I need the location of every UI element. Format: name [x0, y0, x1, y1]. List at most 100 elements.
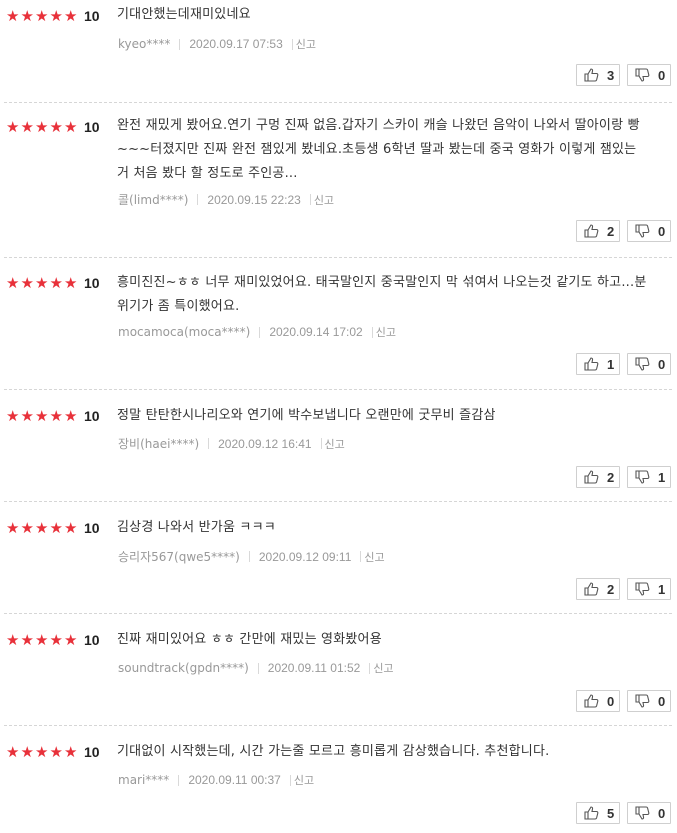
divider — [259, 326, 261, 338]
divider — [371, 326, 373, 338]
rating-stars: ★ ★ ★ ★ ★ — [6, 518, 79, 538]
star-icon: ★ — [35, 630, 49, 649]
star-icon: ★ — [20, 630, 34, 649]
report-link[interactable]: 신고 — [376, 324, 396, 340]
star-icon: ★ — [20, 6, 34, 25]
star-icon: ★ — [49, 406, 63, 425]
dislike-button[interactable]: 1 — [627, 466, 671, 488]
thumbs-down-icon — [635, 470, 650, 484]
rating-stars: ★ ★ ★ ★ ★ — [6, 742, 79, 762]
reviewer-name: 콜(limd****) — [118, 193, 189, 207]
review-meta: 승리자567(qwe5****) 2020.09.12 09:11 신고 — [118, 548, 385, 565]
thumbs-down-icon — [635, 68, 650, 82]
like-button[interactable]: 0 — [576, 690, 620, 712]
star-icon: ★ — [64, 117, 78, 136]
review-text: 김상경 나와서 반가움 ㅋㅋㅋ — [117, 520, 276, 535]
star-icon: ★ — [35, 518, 49, 537]
star-icon: ★ — [64, 630, 78, 649]
review-divider — [4, 389, 672, 390]
like-button[interactable]: 2 — [576, 220, 620, 242]
thumbs-up-icon — [584, 806, 599, 820]
divider — [309, 194, 311, 205]
report-link[interactable]: 신고 — [296, 36, 316, 52]
like-count: 5 — [607, 805, 615, 821]
like-button[interactable]: 5 — [576, 802, 620, 824]
dislike-button[interactable]: 0 — [627, 802, 671, 824]
review-text: 진짜 재미있어요 ㅎㅎ 간만에 재밌는 영화봤어용 — [117, 632, 382, 647]
star-icon: ★ — [49, 117, 63, 136]
star-icon: ★ — [49, 742, 63, 761]
review-divider — [4, 501, 672, 502]
reviewer-name: mari**** — [118, 773, 170, 787]
review-date: 2020.09.11 00:37 — [188, 773, 281, 787]
thumbs-down-icon — [635, 357, 650, 371]
divider — [197, 194, 199, 205]
star-icon: ★ — [6, 630, 20, 649]
divider — [360, 551, 362, 562]
divider — [291, 38, 293, 50]
like-count: 1 — [607, 356, 615, 372]
review-meta: kyeo**** 2020.09.17 07:53 신고 — [118, 36, 316, 52]
review-divider — [4, 613, 672, 614]
dislike-button[interactable]: 0 — [627, 220, 671, 242]
report-link[interactable]: 신고 — [364, 549, 384, 565]
review-date: 2020.09.17 07:53 — [189, 37, 283, 51]
divider — [257, 662, 259, 674]
like-button[interactable]: 2 — [576, 578, 620, 600]
divider — [320, 438, 322, 449]
star-icon: ★ — [6, 742, 20, 761]
divider — [179, 38, 181, 50]
star-icon: ★ — [64, 406, 78, 425]
report-link[interactable]: 신고 — [294, 772, 314, 788]
thumbs-up-icon — [584, 582, 599, 596]
like-button[interactable]: 1 — [576, 353, 620, 375]
thumbs-down-icon — [635, 806, 650, 820]
review-meta: mari**** 2020.09.11 00:37 신고 — [118, 772, 314, 788]
like-button[interactable]: 2 — [576, 466, 620, 488]
review-text: 기대없이 시작했는데, 시간 가는줄 모르고 흥미롭게 감상했습니다. 추천합니… — [117, 744, 550, 759]
review-date: 2020.09.12 16:41 — [218, 436, 312, 451]
star-icon: ★ — [6, 406, 20, 425]
thumbs-down-icon — [635, 582, 650, 596]
star-icon: ★ — [64, 742, 78, 761]
review-text: 흥미진진~ㅎㅎ 너무 재미있었어요. 태국말인지 중국말인지 막 섞여서 나오는… — [117, 275, 647, 314]
review-text: 완전 재밌게 봤어요.연기 구멍 진짜 없음.갑자기 스카이 캐슬 나왔던 음악… — [117, 118, 640, 181]
thumbs-up-icon — [584, 68, 599, 82]
rating-score: 10 — [84, 632, 100, 648]
like-count: 2 — [607, 469, 615, 485]
report-link[interactable]: 신고 — [314, 192, 334, 208]
reviewer-name: 승리자567(qwe5****) — [118, 550, 240, 564]
star-icon: ★ — [64, 518, 78, 537]
review-date: 2020.09.12 09:11 — [258, 549, 352, 564]
report-link[interactable]: 신고 — [325, 436, 345, 452]
dislike-button[interactable]: 1 — [627, 578, 671, 600]
rating-stars: ★ ★ ★ ★ ★ — [6, 406, 79, 426]
divider — [178, 774, 180, 786]
review-text: 정말 탄탄한시나리오와 연기에 박수보냅니다 오랜만에 굿무비 즐감삼 — [117, 408, 496, 423]
review-meta: soundtrack(gpdn****) 2020.09.11 01:52 신고 — [118, 660, 394, 676]
dislike-count: 0 — [658, 67, 666, 83]
thumbs-down-icon — [635, 224, 650, 238]
star-icon: ★ — [49, 630, 63, 649]
like-count: 2 — [607, 581, 615, 597]
thumbs-down-icon — [635, 694, 650, 708]
star-icon: ★ — [49, 518, 63, 537]
dislike-button[interactable]: 0 — [627, 690, 671, 712]
rating-score: 10 — [84, 8, 100, 24]
star-icon: ★ — [6, 117, 20, 136]
dislike-count: 0 — [658, 693, 666, 709]
rating-score: 10 — [84, 408, 100, 424]
review-divider — [4, 725, 672, 726]
report-link[interactable]: 신고 — [373, 660, 393, 676]
review-divider — [4, 257, 672, 258]
dislike-button[interactable]: 0 — [627, 353, 671, 375]
dislike-button[interactable]: 0 — [627, 64, 671, 86]
star-icon: ★ — [35, 6, 49, 25]
like-button[interactable]: 3 — [576, 64, 620, 86]
like-count: 3 — [607, 67, 615, 83]
reviewer-name: mocamoca(moca****) — [118, 325, 251, 339]
star-icon: ★ — [20, 117, 34, 136]
review-meta: 콜(limd****) 2020.09.15 22:23 신고 — [118, 191, 334, 208]
star-icon: ★ — [35, 742, 49, 761]
rating-score: 10 — [84, 744, 100, 760]
